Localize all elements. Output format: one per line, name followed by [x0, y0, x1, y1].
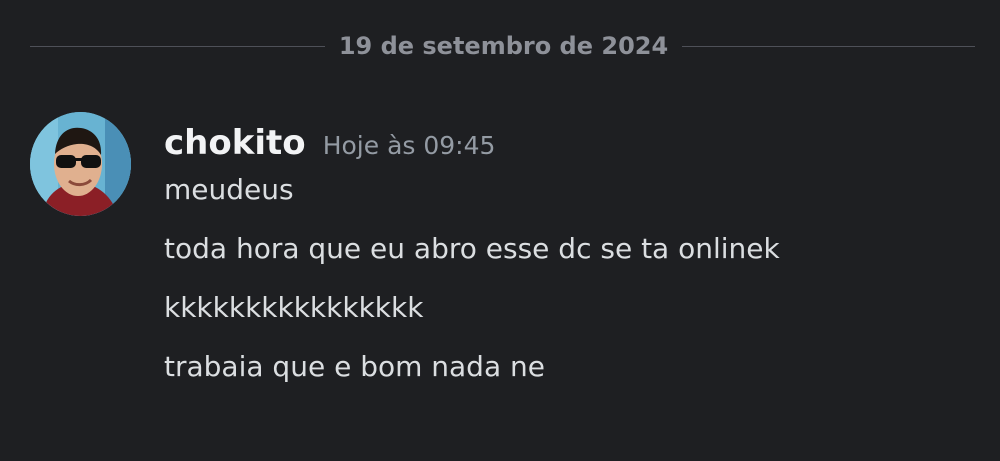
- message-header: chokito Hoje às 09:45: [164, 120, 495, 170]
- message-line: trabaia que e bom nada ne: [164, 350, 545, 383]
- divider-line-right: [682, 46, 975, 47]
- date-divider: 19 de setembro de 2024: [30, 24, 975, 68]
- message-line: kkkkkkkkkkkkkkkk: [164, 291, 424, 324]
- message-timestamp: Hoje às 09:45: [322, 131, 496, 160]
- message-line: meudeus: [164, 173, 294, 206]
- divider-line-left: [30, 46, 325, 47]
- username[interactable]: chokito: [164, 120, 306, 166]
- chat-message: chokito Hoje às 09:45 meudeus toda hora …: [30, 112, 970, 412]
- message-line: toda hora que eu abro esse dc se ta onli…: [164, 232, 780, 265]
- chat-view: 19 de setembro de 2024 chokito Hoje às 0…: [0, 0, 1000, 461]
- avatar[interactable]: [30, 112, 131, 216]
- date-divider-label: 19 de setembro de 2024: [338, 32, 669, 60]
- message-body: meudeus toda hora que eu abro esse dc se…: [164, 172, 944, 408]
